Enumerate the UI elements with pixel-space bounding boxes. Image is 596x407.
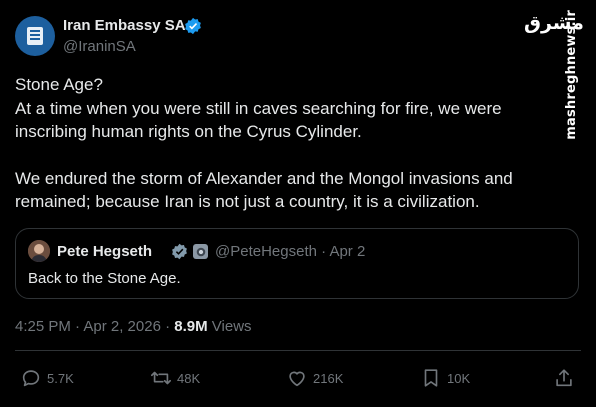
views-label: Views [207,318,252,335]
share-button[interactable] [553,366,575,390]
bookmark-count: 10K [447,370,471,386]
quote-handle-date[interactable]: @PeteHegseth · Apr 2 [215,243,365,260]
embassy-emblem-icon [27,27,43,45]
reply-button[interactable]: 5.7K [20,366,74,390]
views-count: 8.9M [174,318,208,335]
tweet-line-1: Stone Age? [15,75,103,94]
repost-icon [151,371,171,385]
government-badge-icon [193,244,208,259]
author-name[interactable]: Iran Embassy SA [63,17,186,34]
like-icon [289,371,305,387]
bookmark-icon [424,369,438,387]
tweet-card: Iran Embassy SA @IraninSA Stone Age? At … [0,0,596,407]
news-watermark: مشرق mashreghnews.ir [520,4,592,140]
quote-author-avatar[interactable] [28,240,50,262]
quote-author-name[interactable]: Pete Hegseth [57,243,152,260]
reply-icon [22,370,40,387]
author-handle[interactable]: @IraninSA [63,38,136,55]
quoted-tweet[interactable]: Pete Hegseth @PeteHegseth · Apr 2 Back t… [15,228,579,299]
like-count: 216K [313,370,344,386]
author-avatar[interactable] [15,16,55,56]
tweet-text: Stone Age? At a time when you were still… [15,73,555,214]
verified-badge-icon [172,243,187,260]
divider [15,350,581,351]
watermark-url: mashreghnews.ir [564,10,579,140]
verified-badge-icon [185,17,201,35]
tweet-paragraph-2: We endured the storm of Alexander and th… [15,168,513,212]
tweet-timestamp[interactable]: 4:25 PM · Apr 2, 2026 · [15,318,174,335]
quote-text: Back to the Stone Age. [28,270,181,287]
repost-count: 48K [177,370,201,386]
person-avatar-icon [28,240,50,262]
reply-count: 5.7K [47,370,74,386]
bookmark-button[interactable]: 10K [420,366,470,390]
tweet-meta: 4:25 PM · Apr 2, 2026 · 8.9M Views [15,318,252,335]
like-button[interactable]: 216K [286,366,343,390]
tweet-line-2: At a time when you were still in caves s… [15,98,502,142]
repost-button[interactable]: 48K [150,366,200,390]
share-icon [556,369,572,387]
